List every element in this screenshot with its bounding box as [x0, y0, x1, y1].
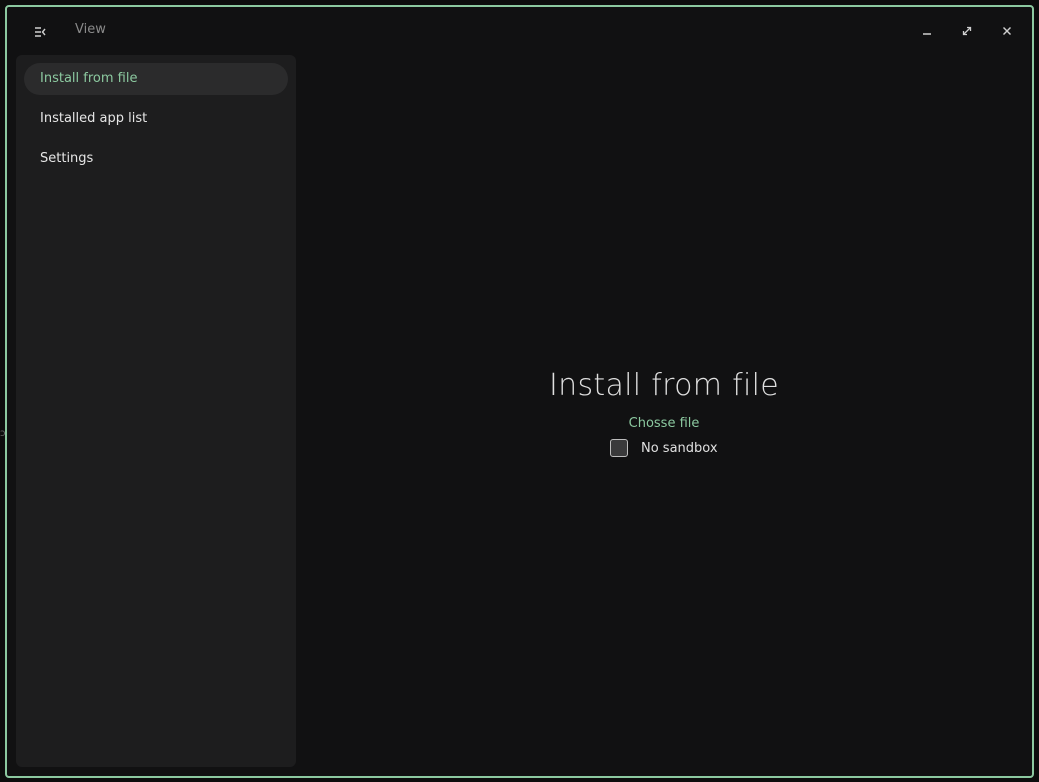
close-icon	[1003, 27, 1011, 35]
sidebar: Install from file Installed app list Set…	[16, 55, 296, 767]
choose-file-button[interactable]: Chosse file	[596, 415, 732, 433]
sidebar-toggle-icon[interactable]	[30, 22, 50, 42]
sidebar-item-label: Settings	[40, 151, 94, 166]
close-button[interactable]	[997, 21, 1017, 41]
sidebar-item-settings[interactable]: Settings	[24, 143, 288, 175]
maximize-icon	[962, 26, 972, 36]
window-title: View	[75, 22, 106, 37]
main-content: Install from file Chosse file No sandbox	[296, 55, 1032, 776]
no-sandbox-checkbox[interactable]	[610, 439, 628, 457]
titlebar: View	[7, 7, 1032, 55]
maximize-button[interactable]	[957, 21, 977, 41]
no-sandbox-option[interactable]: No sandbox	[610, 437, 730, 461]
sidebar-item-install-from-file[interactable]: Install from file	[24, 63, 288, 95]
page-title: Install from file	[549, 368, 779, 403]
sidebar-item-label: Installed app list	[40, 111, 148, 126]
no-sandbox-label: No sandbox	[641, 441, 718, 456]
sidebar-item-installed-app-list[interactable]: Installed app list	[24, 103, 288, 135]
minimize-button[interactable]	[917, 21, 937, 41]
app-window: View Install from file Installed app lis…	[5, 5, 1034, 778]
sidebar-item-label: Install from file	[40, 71, 138, 86]
minimize-icon	[923, 33, 931, 35]
